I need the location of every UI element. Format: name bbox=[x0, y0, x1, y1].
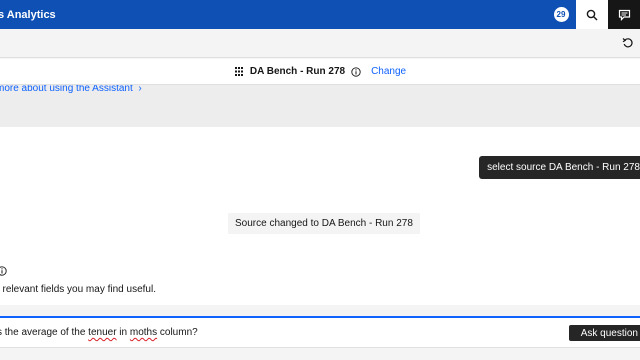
conversation-area: select source DA Bench - Run 278 Source … bbox=[0, 127, 640, 305]
assistant-intro: more about using the Assistant › bbox=[0, 85, 640, 127]
app-title: s Analytics bbox=[0, 8, 56, 21]
misspelled-word: moths bbox=[129, 327, 158, 338]
user-message-bubble: select source DA Bench - Run 278 bbox=[479, 156, 640, 179]
question-text-end: column? bbox=[157, 327, 198, 338]
top-navigation-bar: s Analytics 29 bbox=[0, 0, 640, 29]
notification-count-badge: 29 bbox=[553, 7, 569, 22]
info-icon[interactable] bbox=[351, 66, 361, 77]
learn-more-link[interactable]: more about using the Assistant › bbox=[0, 85, 142, 94]
question-input[interactable]: s the average of the tenuer in moths col… bbox=[0, 327, 198, 338]
misspelled-word: tenuer bbox=[88, 327, 117, 338]
learn-more-text: more about using the Assistant bbox=[0, 85, 133, 94]
header-actions: 29 bbox=[546, 0, 640, 29]
source-name: DA Bench - Run 278 bbox=[249, 66, 346, 77]
reset-icon[interactable] bbox=[622, 37, 634, 49]
data-module-icon bbox=[234, 67, 243, 76]
search-button[interactable] bbox=[576, 0, 608, 29]
assistant-chat-button[interactable] bbox=[608, 0, 640, 29]
question-text-start: s the average of the bbox=[0, 327, 89, 338]
bottom-strip bbox=[0, 348, 640, 360]
source-bar: DA Bench - Run 278 Change bbox=[0, 59, 640, 85]
notifications-button[interactable]: 29 bbox=[546, 0, 576, 29]
question-text-middle: in bbox=[116, 327, 130, 338]
change-source-link[interactable]: Change bbox=[371, 66, 406, 77]
assistant-toolbar bbox=[0, 29, 640, 58]
question-input-row: s the average of the tenuer in moths col… bbox=[0, 316, 640, 348]
system-message: Source changed to DA Bench - Run 278 bbox=[228, 213, 420, 234]
search-icon bbox=[586, 9, 598, 20]
info-icon[interactable] bbox=[0, 266, 7, 276]
ask-question-button[interactable]: Ask question bbox=[568, 325, 640, 341]
relevant-fields-text: f relevant fields you may find useful. bbox=[0, 284, 156, 295]
divider bbox=[0, 305, 640, 316]
chat-icon bbox=[618, 9, 630, 21]
chevron-right-icon: › bbox=[138, 85, 142, 94]
